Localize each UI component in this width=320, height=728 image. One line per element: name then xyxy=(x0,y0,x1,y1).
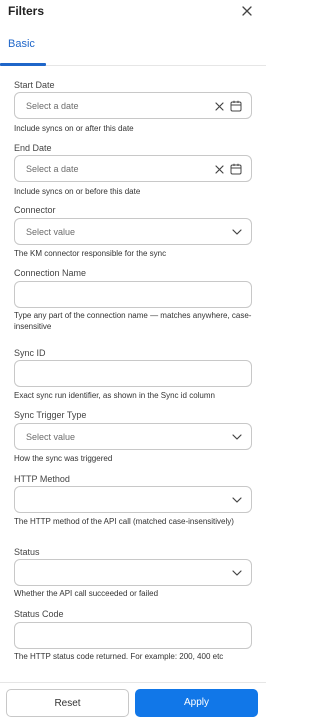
sync-id-input[interactable] xyxy=(14,360,252,387)
sync-trigger-type-help: How the sync was triggered xyxy=(14,454,113,463)
chevron-down-icon[interactable] xyxy=(231,433,243,441)
status-select[interactable] xyxy=(14,559,252,586)
calendar-icon[interactable] xyxy=(230,163,242,175)
sync-id-label: Sync ID xyxy=(14,348,46,358)
http-method-label: HTTP Method xyxy=(14,474,70,484)
active-tab-indicator xyxy=(0,63,46,66)
connector-label: Connector xyxy=(14,205,56,215)
connector-select[interactable]: Select value xyxy=(14,218,252,245)
apply-button[interactable]: Apply xyxy=(135,689,258,717)
sync-id-help: Exact sync run identifier, as shown in t… xyxy=(14,391,215,400)
filters-header: Filters xyxy=(0,0,266,26)
sync-trigger-type-label: Sync Trigger Type xyxy=(14,410,87,420)
connection-name-help: Type any part of the connection name — m… xyxy=(14,311,252,331)
end-date-input[interactable]: Select a date xyxy=(14,155,252,182)
status-code-input[interactable] xyxy=(14,622,252,649)
chevron-down-icon[interactable] xyxy=(231,569,243,577)
start-date-help: Include syncs on or after this date xyxy=(14,124,134,133)
chevron-down-icon[interactable] xyxy=(231,228,243,236)
chevron-down-icon[interactable] xyxy=(231,496,243,504)
status-code-help: The HTTP status code returned. For examp… xyxy=(14,652,224,661)
start-date-input[interactable]: Select a date xyxy=(14,92,252,119)
http-method-select[interactable] xyxy=(14,486,252,513)
connector-placeholder: Select value xyxy=(26,227,76,237)
filters-footer: Reset Apply xyxy=(0,682,266,728)
sync-trigger-type-placeholder: Select value xyxy=(26,432,76,442)
connection-name-input[interactable] xyxy=(14,281,252,308)
status-help: Whether the API call succeeded or failed xyxy=(14,589,159,598)
http-method-help: The HTTP method of the API call (matched… xyxy=(14,517,234,526)
end-date-help: Include syncs on or before this date xyxy=(14,187,141,196)
close-icon[interactable] xyxy=(240,4,254,18)
connection-name-label: Connection Name xyxy=(14,268,87,278)
reset-button[interactable]: Reset xyxy=(6,689,129,717)
start-date-placeholder: Select a date xyxy=(26,101,79,111)
end-date-placeholder: Select a date xyxy=(26,164,79,174)
clear-icon[interactable] xyxy=(214,101,225,112)
sync-trigger-type-select[interactable]: Select value xyxy=(14,423,252,450)
panel-title: Filters xyxy=(8,4,45,18)
status-code-label: Status Code xyxy=(14,609,64,619)
end-date-label: End Date xyxy=(14,143,52,153)
clear-icon[interactable] xyxy=(214,164,225,175)
connector-help: The KM connector responsible for the syn… xyxy=(14,249,167,258)
tab-bar: Basic xyxy=(0,26,266,66)
status-label: Status xyxy=(14,547,40,557)
calendar-icon[interactable] xyxy=(230,100,242,112)
tab-basic[interactable]: Basic xyxy=(8,38,35,50)
start-date-label: Start Date xyxy=(14,80,55,90)
